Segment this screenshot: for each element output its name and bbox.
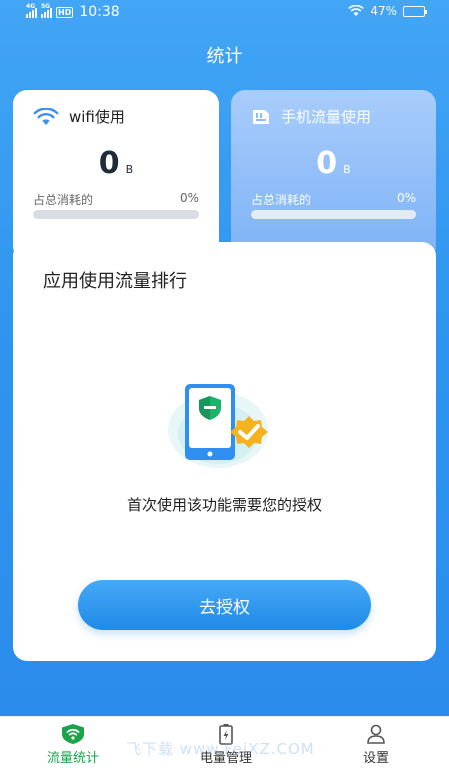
battery-percent: 47% (370, 4, 397, 18)
app-traffic-ranking-card: 应用使用流量排行 首次使用该功能需要您的授权 去授权 (13, 242, 436, 661)
hd-badge: HD (56, 6, 74, 18)
mobile-usage-unit: B (343, 163, 351, 176)
tab-traffic-label: 流量统计 (46, 751, 99, 766)
tab-settings[interactable]: 设置 (331, 723, 421, 766)
person-icon (367, 724, 385, 744)
clock: 10:38 (79, 4, 120, 20)
authorize-button[interactable]: 去授权 (78, 580, 371, 630)
wifi-icon (33, 107, 59, 125)
ranking-title: 应用使用流量排行 (43, 271, 187, 292)
wifi-share-value: 0% (179, 191, 199, 205)
app-screen: 4G 5G HD 10:38 47% 统计 wifi使用 0 B 占总消耗的 0… (0, 0, 449, 716)
wifi-status-icon (348, 5, 365, 16)
wifi-usage-number: 0 (98, 146, 120, 181)
mobile-usage-number: 0 (316, 146, 338, 181)
mobile-usage-value: 0B (231, 146, 436, 181)
mobile-card-title: 手机流量使用 (281, 108, 372, 126)
mobile-usage-card[interactable]: 手机流量使用 0B 占总消耗的 0% (231, 90, 436, 260)
mobile-share-label: 占总消耗的 (251, 193, 312, 207)
signal-icon-2: 5G (41, 3, 52, 18)
mobile-share-value: 0% (396, 191, 416, 205)
sim-card-icon (253, 109, 269, 124)
watermark: 飞下载 www.FeiXZ.COM (126, 740, 315, 758)
authorization-message: 首次使用该功能需要您的授权 (126, 496, 322, 514)
wifi-usage-card[interactable]: wifi使用 0B 占总消耗的 0% (13, 90, 219, 260)
signal-icon: 4G (26, 3, 37, 18)
wifi-usage-unit: B (125, 163, 134, 176)
tab-settings-label: 设置 (362, 751, 389, 766)
battery-status-icon (403, 5, 427, 17)
authorization-illustration-icon (168, 384, 268, 468)
mobile-progress-bar (251, 210, 416, 219)
wifi-usage-value: 0B (13, 146, 219, 181)
wifi-share-label: 占总消耗的 (33, 193, 94, 207)
wifi-card-title: wifi使用 (69, 108, 125, 126)
status-bar: 4G 5G HD 10:38 47% (0, 0, 449, 26)
tab-traffic-stats[interactable]: 流量统计 (28, 723, 118, 766)
wifi-shield-icon (62, 724, 84, 744)
wifi-progress-bar (33, 210, 199, 219)
page-title: 统计 (206, 46, 243, 67)
